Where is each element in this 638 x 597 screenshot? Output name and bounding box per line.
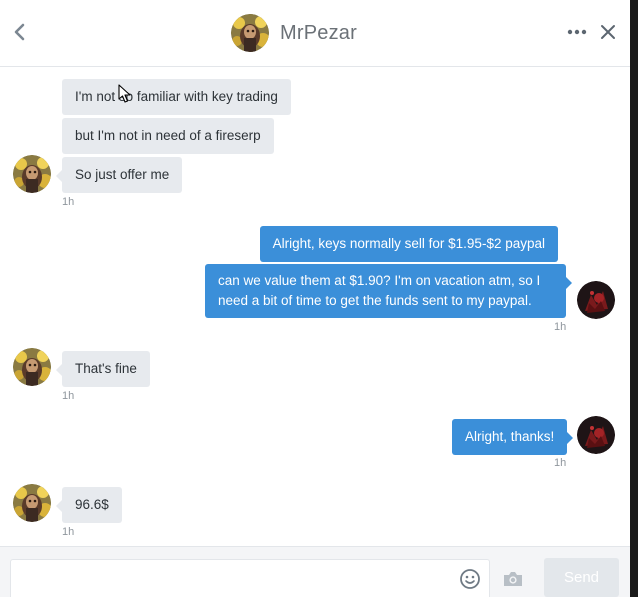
avatar[interactable]: [13, 484, 51, 522]
message-composer: [0, 546, 630, 597]
smiley-icon[interactable]: [459, 568, 481, 590]
avatar[interactable]: [577, 416, 615, 454]
message-text-line: need a bit of time to get the funds sent…: [218, 293, 532, 308]
page-title: MrPezar: [280, 21, 357, 44]
avatar[interactable]: [13, 348, 51, 386]
message-bubble-incoming: but I'm not in need of a fireserp: [62, 118, 274, 154]
message-bubble-outgoing: Alright, thanks!: [452, 419, 574, 455]
message-text: I'm not so familiar with key trading: [75, 89, 278, 104]
message-text: Alright, thanks!: [465, 429, 555, 444]
conversation-partner[interactable]: MrPezar: [231, 13, 357, 53]
chat-header: MrPezar: [0, 0, 630, 67]
message-text: but I'm not in need of a fireserp: [75, 128, 261, 143]
message-timestamp: 1h: [62, 390, 75, 402]
message-bubble-incoming: So just offer me: [55, 157, 183, 193]
camera-icon[interactable]: [502, 570, 524, 588]
message-bubble-incoming: That's fine: [56, 351, 150, 387]
message-bubble-outgoing: can we value them at $1.90? I'm on vacat…: [205, 264, 572, 318]
message-timestamp: 1h: [62, 196, 75, 208]
send-button[interactable]: Send: [544, 558, 619, 597]
message-text-line: can we value them at $1.90? I'm on vacat…: [218, 273, 541, 288]
avatar[interactable]: [231, 14, 269, 52]
message-bubble-outgoing: Alright, keys normally sell for $1.95-$2…: [259, 226, 558, 262]
message-input[interactable]: [10, 559, 490, 597]
message-text: Alright, keys normally sell for $1.95-$2…: [272, 236, 545, 251]
message-bubble-incoming: I'm not so familiar with key trading: [62, 79, 291, 115]
chevron-left-icon[interactable]: [10, 20, 30, 44]
message-timestamp: 1h: [554, 321, 567, 333]
message-text: 96.6$: [75, 497, 109, 512]
avatar[interactable]: [577, 281, 615, 319]
message-timestamp: 1h: [62, 526, 75, 538]
close-icon[interactable]: [599, 22, 617, 42]
message-timestamp: 1h: [554, 457, 567, 469]
message-text: So just offer me: [75, 167, 170, 182]
message-bubble-incoming: 96.6$: [56, 487, 122, 523]
mouse-cursor-icon: [118, 84, 132, 104]
more-horizontal-icon[interactable]: [566, 24, 588, 40]
chat-window: MrPezar I'm not so familiar with key tra…: [0, 0, 638, 597]
message-text: That's fine: [75, 361, 137, 376]
avatar[interactable]: [13, 155, 51, 193]
